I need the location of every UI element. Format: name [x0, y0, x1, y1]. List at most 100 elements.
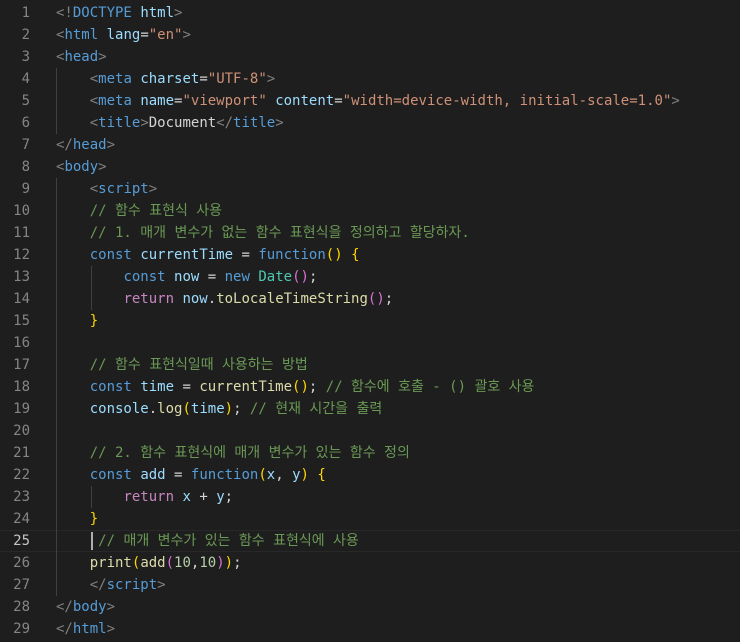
code-token: . — [148, 401, 158, 417]
code-token: time — [140, 379, 175, 395]
code-token: x — [266, 467, 276, 483]
code-text: </body> — [56, 596, 115, 618]
code-line[interactable]: 18 const time = currentTime(); // 함수에 호출… — [0, 376, 740, 398]
code-token: title — [233, 115, 276, 131]
line-number: 28 — [13, 599, 30, 615]
text-cursor — [91, 532, 93, 550]
code-editor[interactable]: 1 <!DOCTYPE html> 2 <html lang="en"> 3 <head>… — [0, 0, 740, 642]
code-line[interactable]: 14 return now.toLocaleTimeString(); — [0, 288, 740, 310]
code-token: const — [123, 269, 166, 285]
code-token: now — [182, 291, 208, 307]
code-line[interactable]: 26 print(add(10,10)); — [0, 552, 740, 574]
code-line[interactable]: 2 <html lang="en"> — [0, 24, 740, 46]
code-line[interactable]: 24 } — [0, 508, 740, 530]
code-token: . — [207, 291, 217, 307]
code-token: html — [72, 621, 107, 637]
code-line[interactable]: 12 const currentTime = function() { — [0, 244, 740, 266]
code-text: const now = new Date(); — [56, 266, 317, 288]
code-line[interactable]: 19 console.log(time); // 현재 시간을 출력 — [0, 398, 740, 420]
code-line[interactable]: 6 <title>Document</title> — [0, 112, 740, 134]
code-token: > — [106, 621, 116, 637]
code-token: ; — [224, 489, 234, 505]
line-number: 27 — [13, 577, 30, 593]
code-line[interactable]: 16 — [0, 332, 740, 354]
code-line[interactable]: 17 // 함수 표현식일때 사용하는 방법 — [0, 354, 740, 376]
code-line[interactable]: 9 <script> — [0, 178, 740, 200]
line-number: 1 — [21, 5, 30, 21]
code-token: name — [140, 93, 175, 109]
code-text: const time = currentTime(); // 함수에 호출 - … — [56, 376, 535, 398]
code-token: + — [190, 489, 217, 505]
code-line[interactable]: 4 <meta charset="UTF-8"> — [0, 68, 740, 90]
code-line[interactable]: 3 <head> — [0, 46, 740, 68]
code-line[interactable]: 20 — [0, 420, 740, 442]
code-line[interactable]: 10 // 함수 표현식 사용 — [0, 200, 740, 222]
indent-guide — [91, 486, 92, 508]
indent-guide — [91, 266, 92, 310]
code-line[interactable]: 8 <body> — [0, 156, 740, 178]
code-token: // 함수 표현식일때 사용하는 방법 — [89, 357, 308, 373]
code-line[interactable]: 28 </body> — [0, 596, 740, 618]
code-token: Date — [258, 269, 293, 285]
code-line[interactable]: 1 <!DOCTYPE html> — [0, 2, 740, 24]
code-text: <script> — [56, 178, 157, 200]
code-token: // 함수에 호출 - () 괄호 사용 — [325, 379, 535, 395]
code-token: script — [98, 181, 149, 197]
code-line[interactable]: 21 // 2. 함수 표현식에 매개 변수가 있는 함수 정의 — [0, 442, 740, 464]
code-token: title — [98, 115, 141, 131]
code-line[interactable]: 22 const add = function(x, y) { — [0, 464, 740, 486]
line-number: 15 — [13, 313, 30, 329]
code-text: } — [56, 310, 98, 332]
code-line[interactable]: 5 <meta name="viewport" content="width=d… — [0, 90, 740, 112]
code-token: ) — [300, 467, 309, 483]
code-text: <!DOCTYPE html> — [56, 2, 182, 24]
code-token: meta — [98, 71, 132, 87]
code-line[interactable]: 13 const now = new Date(); — [0, 266, 740, 288]
code-token: ( — [165, 555, 175, 571]
code-line[interactable]: 23 return x + y; — [0, 486, 740, 508]
code-token: > — [157, 577, 166, 593]
code-token: ) — [224, 401, 234, 417]
code-token: = — [334, 93, 343, 109]
code-token: ) — [224, 555, 234, 571]
code-token: < — [89, 71, 99, 87]
code-token: meta — [98, 93, 132, 109]
code-token: 10 — [199, 555, 217, 571]
code-line[interactable]: 15 } — [0, 310, 740, 332]
code-text: // 1. 매개 변수가 없는 함수 표현식을 정의하고 할당하자. — [56, 222, 470, 244]
indent-guide — [56, 178, 57, 596]
code-token: > — [148, 181, 158, 197]
line-number: 5 — [21, 93, 30, 109]
code-text: } — [56, 508, 98, 530]
code-token: ; — [308, 379, 326, 395]
code-token: </ — [56, 599, 73, 615]
code-text: <meta charset="UTF-8"> — [56, 68, 276, 90]
line-number: 3 — [21, 49, 30, 65]
code-line[interactable]: 25 // 매개 변수가 있는 함수 표현식에 사용 — [0, 530, 740, 552]
code-token: x — [182, 489, 191, 505]
line-number: 23 — [13, 489, 30, 505]
code-token: </ — [56, 137, 73, 153]
code-text: // 함수 표현식 사용 — [56, 200, 222, 222]
code-token: function — [258, 247, 326, 263]
code-token: > — [140, 115, 149, 131]
code-token: = — [174, 379, 200, 395]
code-line[interactable]: 11 // 1. 매개 변수가 없는 함수 표현식을 정의하고 할당하자. — [0, 222, 740, 244]
code-token: < — [89, 93, 99, 109]
code-line[interactable]: 29 </html> — [0, 618, 740, 640]
code-text: <head> — [56, 46, 107, 68]
code-token: </ — [89, 577, 107, 593]
code-line[interactable]: 27 </script> — [0, 574, 740, 596]
code-token: return — [123, 291, 175, 307]
code-line[interactable]: 7 </head> — [0, 134, 740, 156]
line-number: 20 — [13, 423, 30, 439]
code-text: return x + y; — [56, 486, 233, 508]
line-number: 11 — [13, 225, 30, 241]
line-number: 2 — [21, 27, 30, 43]
